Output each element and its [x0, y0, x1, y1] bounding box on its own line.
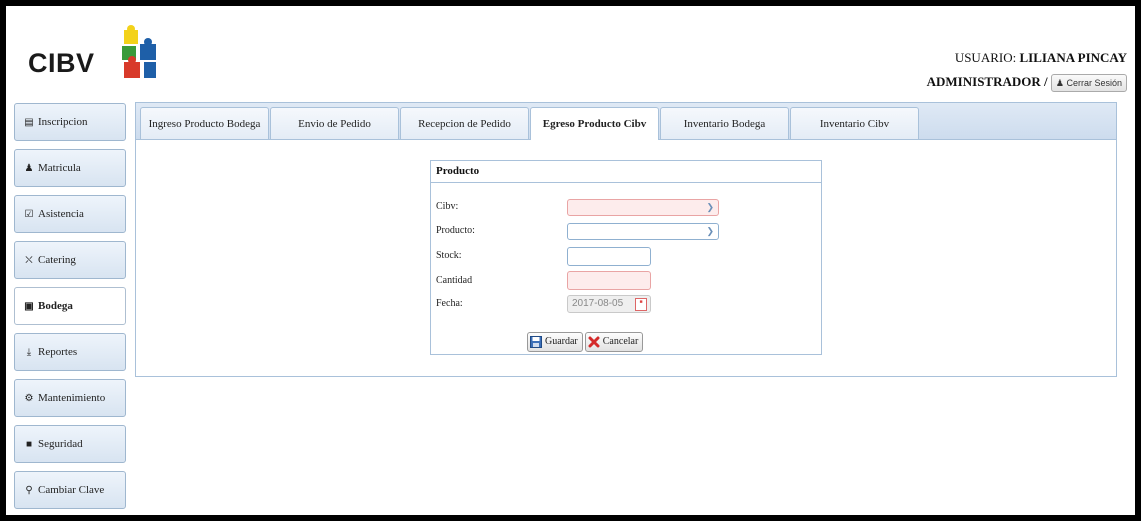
app-window: CIBV USUARIO: LILIANA PINCAY ADMINISTRAD… [6, 6, 1135, 515]
user-icon: ♟ [1055, 78, 1064, 89]
tab-bar: Ingreso Producto Bodega Envio de Pedido … [136, 103, 1116, 140]
sidebar-item-label: Bodega [38, 300, 73, 312]
tab-egreso-producto-cibv[interactable]: Egreso Producto Cibv [530, 107, 659, 140]
fecha-label: Fecha: [436, 298, 463, 309]
sidebar-item-catering[interactable]: ⛌ Catering [14, 241, 126, 279]
logout-button[interactable]: ♟ Cerrar Sesión [1050, 74, 1127, 93]
sidebar: ▤ Inscripcion ♟ Matricula ☑ Asistencia ⛌… [14, 103, 126, 517]
producto-label: Producto: [436, 225, 475, 236]
tab-label: Inventario Cibv [819, 117, 890, 130]
cantidad-input[interactable] [567, 271, 651, 290]
save-label: Guardar [545, 336, 578, 347]
calendar-icon[interactable]: ■ [635, 298, 647, 311]
panel-title: Producto [431, 161, 821, 183]
sidebar-item-label: Asistencia [38, 208, 84, 220]
tab-recepcion-de-pedido[interactable]: Recepcion de Pedido [400, 107, 529, 139]
check-square-icon: ☑ [24, 208, 34, 220]
cibv-select[interactable]: ❯ [567, 199, 719, 216]
user-name: LILIANA PINCAY [1019, 50, 1127, 65]
user-role: ADMINISTRADOR / [926, 74, 1048, 89]
tab-inventario-bodega[interactable]: Inventario Bodega [660, 107, 789, 139]
tab-label: Recepcion de Pedido [418, 117, 511, 130]
box-icon: ▣ [24, 300, 34, 312]
sidebar-item-label: Seguridad [38, 438, 83, 450]
user-line: USUARIO: LILIANA PINCAY [927, 49, 1127, 67]
key-icon: ⚲ [25, 484, 33, 496]
logout-label: Cerrar Sesión [1066, 78, 1122, 89]
sidebar-item-reportes[interactable]: ⤓ Reportes [14, 333, 126, 371]
download-icon: ⤓ [26, 346, 32, 358]
sidebar-item-inscripcion[interactable]: ▤ Inscripcion [14, 103, 126, 141]
cancel-x-icon [588, 336, 600, 348]
sidebar-item-seguridad[interactable]: ■ Seguridad [14, 425, 126, 463]
stock-input[interactable] [567, 247, 651, 266]
logo-text: CIBV [28, 48, 95, 78]
cancel-button[interactable]: Cancelar [584, 332, 644, 352]
sidebar-item-mantenimiento[interactable]: ⚙ Mantenimiento [14, 379, 126, 417]
user-label: USUARIO: [954, 50, 1017, 65]
tab-inventario-cibv[interactable]: Inventario Cibv [790, 107, 919, 139]
stock-label: Stock: [436, 250, 462, 261]
header: CIBV USUARIO: LILIANA PINCAY ADMINISTRAD… [6, 6, 1135, 98]
logo: CIBV [24, 20, 174, 82]
users-icon: ♟ [24, 162, 34, 174]
tab-envio-de-pedido[interactable]: Envio de Pedido [270, 107, 399, 139]
fecha-value: 2017-08-05 [572, 298, 624, 309]
form-actions: Guardar Cancelar [527, 332, 645, 352]
chevron-down-icon: ❯ [706, 226, 714, 236]
sidebar-item-label: Matricula [38, 162, 81, 174]
tab-ingreso-producto-bodega[interactable]: Ingreso Producto Bodega [140, 107, 269, 139]
sidebar-item-asistencia[interactable]: ☑ Asistencia [14, 195, 126, 233]
sidebar-item-matricula[interactable]: ♟ Matricula [14, 149, 126, 187]
chevron-down-icon: ❯ [706, 202, 714, 212]
sidebar-item-bodega[interactable]: ▣ Bodega [14, 287, 126, 325]
sidebar-item-cambiar-clave[interactable]: ⚲ Cambiar Clave [14, 471, 126, 509]
tab-label: Envio de Pedido [298, 117, 371, 130]
cantidad-label: Cantidad [436, 275, 473, 286]
cibv-label: Cibv: [436, 201, 459, 212]
tab-label: Inventario Bodega [683, 117, 766, 130]
list-icon: ▤ [24, 116, 34, 128]
save-icon [530, 335, 542, 348]
producto-panel: Producto Cibv: ❯ Producto: ❯ Stock: Cant… [430, 160, 822, 355]
lock-icon: ■ [25, 438, 33, 450]
cutlery-icon: ⛌ [25, 254, 33, 266]
sidebar-item-label: Reportes [38, 346, 78, 358]
user-info: USUARIO: LILIANA PINCAY ADMINISTRADOR / … [926, 49, 1127, 93]
tab-label: Ingreso Producto Bodega [148, 117, 261, 130]
role-line: ADMINISTRADOR / ♟ Cerrar Sesión [926, 72, 1127, 93]
fecha-input[interactable]: 2017-08-05 ■ [567, 295, 651, 313]
producto-select[interactable]: ❯ [567, 223, 719, 240]
sidebar-item-label: Mantenimiento [38, 392, 106, 404]
puzzle-logo-icon [122, 25, 156, 78]
sidebar-item-label: Cambiar Clave [38, 484, 105, 496]
cancel-label: Cancelar [602, 336, 639, 347]
gears-icon: ⚙ [24, 392, 34, 404]
tab-label: Egreso Producto Cibv [542, 118, 647, 130]
main-content: Ingreso Producto Bodega Envio de Pedido … [135, 102, 1117, 377]
sidebar-item-label: Catering [38, 254, 76, 266]
sidebar-item-label: Inscripcion [38, 116, 88, 128]
save-button[interactable]: Guardar [527, 332, 583, 352]
